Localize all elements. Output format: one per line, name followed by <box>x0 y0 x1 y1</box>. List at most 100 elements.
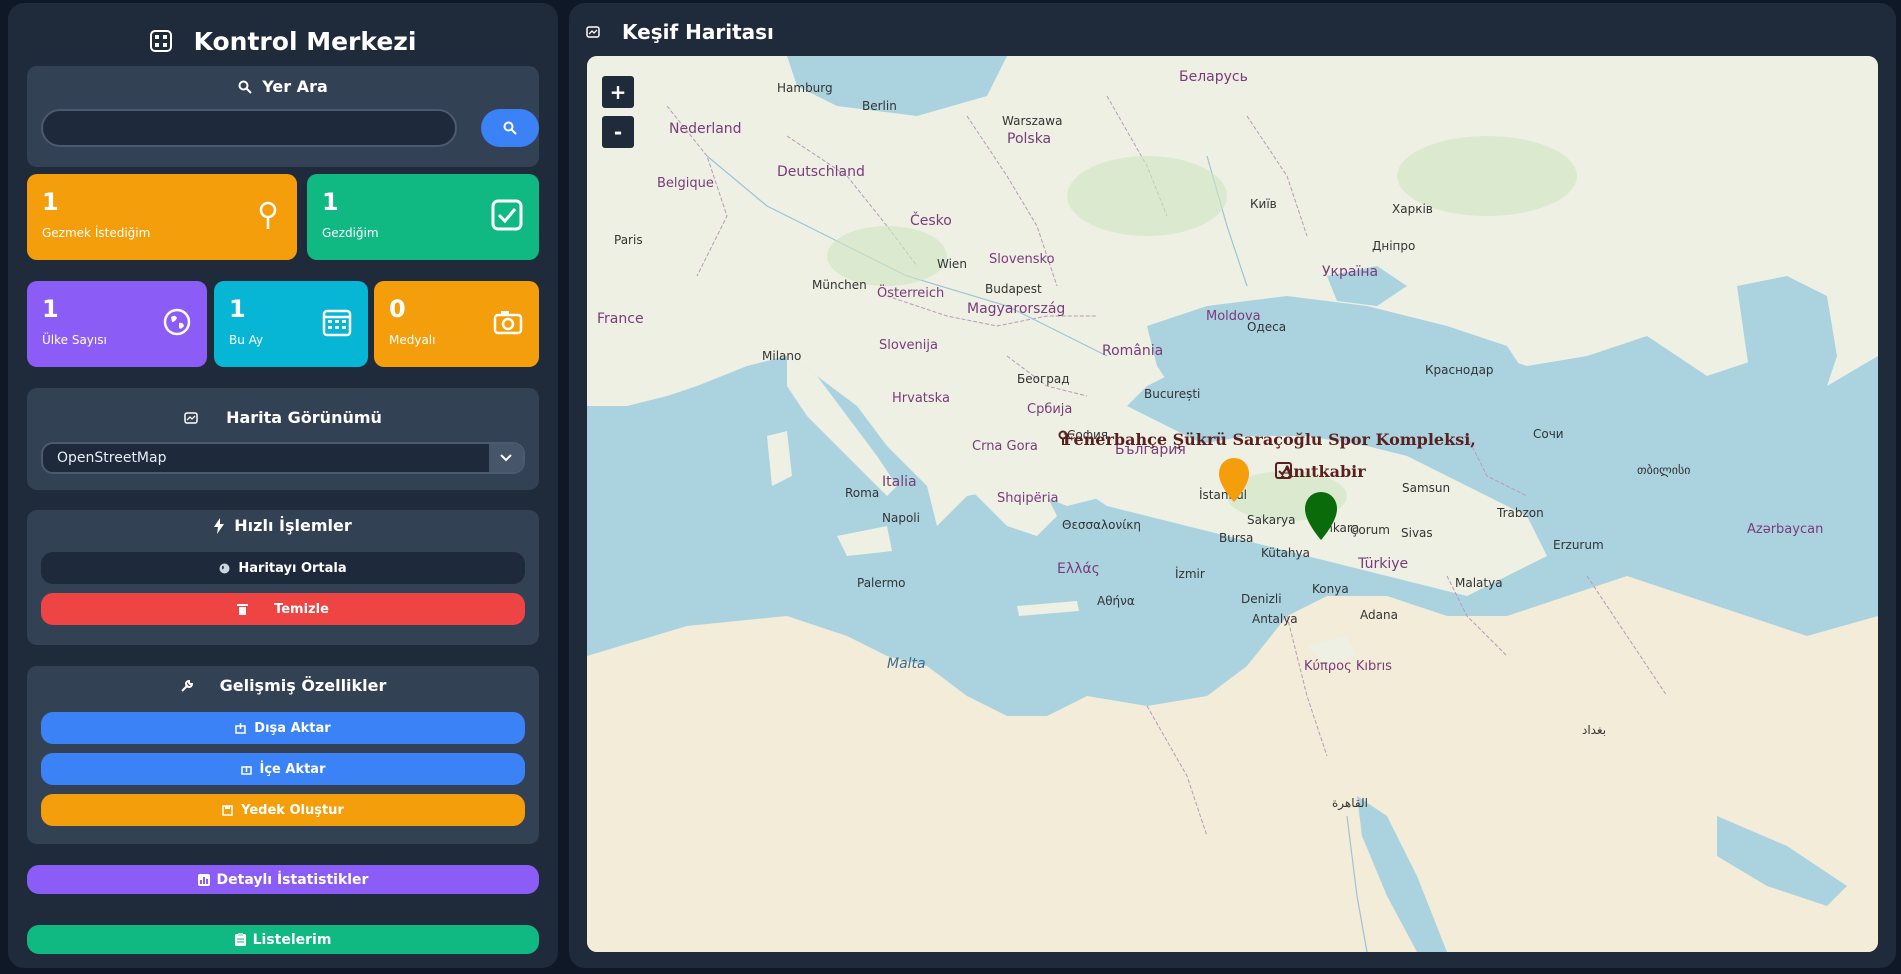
map-label-munchen: München <box>812 278 867 292</box>
center-map-button[interactable]: Haritayı Ortala <box>41 552 525 584</box>
map-view-title: Harita Görünümü <box>27 408 539 427</box>
map-label-kibris: Κύπρος Kıbrıs <box>1304 659 1392 674</box>
stat-card-this-month[interactable]: 1 Bu Ay <box>214 281 368 367</box>
map-label-napoli: Napoli <box>882 511 920 525</box>
map-label-warszawa: Warszawa <box>1002 114 1063 128</box>
backup-button[interactable]: Yedek Oluştur <box>41 794 525 826</box>
quick-actions-panel: Hızlı İşlemler Haritayı Ortala Temizle <box>27 510 539 645</box>
map-label-belgique: Belgique <box>657 176 714 191</box>
map-label-wien: Wien <box>937 257 967 271</box>
stat-card-visited[interactable]: 1 Gezdiğim <box>307 174 539 260</box>
globe-icon <box>219 563 230 574</box>
map-label-erzurum: Erzurum <box>1553 538 1604 552</box>
map-label-kutahya: Kütahya <box>1261 546 1310 560</box>
detailed-stats-button[interactable]: Detaylı İstatistikler <box>27 865 539 894</box>
search-panel: Yer Ara <box>27 66 539 167</box>
map-label-milano: Milano <box>762 349 802 363</box>
map-label-magyarorszag: Magyarország <box>967 301 1066 317</box>
quick-actions-title: Hızlı İşlemler <box>27 516 539 535</box>
calendar-icon <box>322 307 352 341</box>
search-input[interactable] <box>41 109 457 147</box>
chevron-down-icon <box>489 444 523 472</box>
search-panel-title: Yer Ara <box>27 77 539 96</box>
map-title: Keşif Haritası <box>622 20 774 44</box>
map-label-malta: Malta <box>887 656 926 672</box>
map-label-beograd: Београд <box>1017 372 1070 386</box>
magnifier-icon <box>503 121 517 135</box>
pin-icon <box>255 200 281 234</box>
map-label-baghdad: بغداد <box>1582 723 1607 737</box>
stat-card-with-media[interactable]: 0 Medyalı <box>374 281 539 367</box>
my-lists-button[interactable]: Listelerim <box>27 925 539 954</box>
map-label-osterreich: Österreich <box>877 286 945 301</box>
marker-label-fenerbahce: Fenerbahçe Şükrü Saraçoğlu Spor Kompleks… <box>1057 430 1476 449</box>
map-label-konya: Konya <box>1312 582 1349 596</box>
map-label-izmir: İzmir <box>1175 567 1205 581</box>
map-label-samsun: Samsun <box>1402 481 1451 495</box>
map-label-denizli: Denizli <box>1241 592 1282 606</box>
magnifier-icon <box>238 80 252 94</box>
import-icon <box>240 764 252 775</box>
map-label-budapest: Budapest <box>985 282 1042 296</box>
map-label-athens: Αθήνα <box>1097 594 1135 608</box>
map-label-roma: Roma <box>845 486 880 500</box>
map-label-srbija: Србија <box>1027 402 1073 417</box>
export-button[interactable]: Dışa Aktar <box>41 712 525 744</box>
zoom-in-button[interactable]: + <box>602 76 634 108</box>
map-label-paris: Paris <box>614 233 643 247</box>
clipboard-icon <box>234 933 246 946</box>
map-label-azerbaycan: Azərbaycan <box>1747 522 1824 537</box>
advanced-features-panel: Gelişmiş Özellikler Dışa Aktar İçe Aktar… <box>27 666 539 844</box>
map-label-france: France <box>597 311 644 327</box>
map-label-sakarya: Sakarya <box>1247 513 1296 527</box>
map-label-kyiv: Київ <box>1250 197 1277 211</box>
marker-label-anitkabir: Anıtkabir <box>1275 462 1366 481</box>
zoom-out-button[interactable]: - <box>602 116 634 148</box>
check-square-icon <box>491 199 523 235</box>
grid-icon <box>149 30 172 52</box>
map-label-slovensko: Slovensko <box>989 252 1055 267</box>
map-label-adana: Adana <box>1360 608 1398 622</box>
map-label-sochi: Сочи <box>1533 427 1564 441</box>
globe-icon <box>163 308 191 340</box>
map-label-odesa: Одеса <box>1247 320 1287 334</box>
sidebar-header: Kontrol Merkezi <box>8 21 558 61</box>
map-label-polska: Polska <box>1007 131 1052 147</box>
map-icon <box>586 26 600 38</box>
map-label-palermo: Palermo <box>857 576 906 590</box>
advanced-features-title: Gelişmiş Özellikler <box>27 676 539 695</box>
map-label-turkiye: Türkiye <box>1358 556 1409 572</box>
stat-card-country-count[interactable]: 1 Ülke Sayısı <box>27 281 207 367</box>
map-style-select[interactable]: OpenStreetMap <box>41 442 525 474</box>
map-label-shqiperia: Shqipëria <box>997 491 1059 506</box>
map-canvas[interactable]: Malta Nederland Deutschland Belgique Fra… <box>587 56 1878 952</box>
import-button[interactable]: İçe Aktar <box>41 753 525 785</box>
map-label-hamburg: Hamburg <box>777 81 833 95</box>
map-label-nederland: Nederland <box>669 121 742 137</box>
bolt-icon <box>214 517 225 534</box>
chart-icon <box>197 873 210 886</box>
map-label-ukraina: Україна <box>1322 264 1379 280</box>
map-label-bucuresti: București <box>1144 387 1201 401</box>
map-label-berlin: Berlin <box>862 99 897 113</box>
map-tiles <box>587 56 1878 952</box>
map-label-hrvatska: Hrvatska <box>892 391 950 406</box>
map-view-panel: Harita Görünümü OpenStreetMap <box>27 388 539 490</box>
map-header: Keşif Haritası <box>586 18 774 46</box>
map-label-slovenija: Slovenija <box>879 338 938 353</box>
clear-button[interactable]: Temizle <box>41 593 525 625</box>
trash-icon <box>237 603 249 615</box>
save-icon <box>222 804 233 816</box>
map-label-malatya: Malatya <box>1455 576 1503 590</box>
map-label-cesko: Česko <box>910 213 952 229</box>
map-label-crna-gora: Crna Gora <box>972 439 1038 454</box>
search-button[interactable] <box>481 109 539 147</box>
map-label-ellas: Ελλάς <box>1057 561 1100 577</box>
map-label-romania: România <box>1102 343 1164 359</box>
map-label-corum: Çorum <box>1350 523 1390 537</box>
map-label-bursa: Bursa <box>1219 531 1254 545</box>
map-label-kharkiv: Харків <box>1392 202 1433 216</box>
sidebar: Kontrol Merkezi Yer Ara 1 Gezmek İstediğ… <box>8 3 558 968</box>
wrench-icon <box>180 679 194 693</box>
stat-card-want-to-visit[interactable]: 1 Gezmek İstediğim <box>27 174 297 260</box>
